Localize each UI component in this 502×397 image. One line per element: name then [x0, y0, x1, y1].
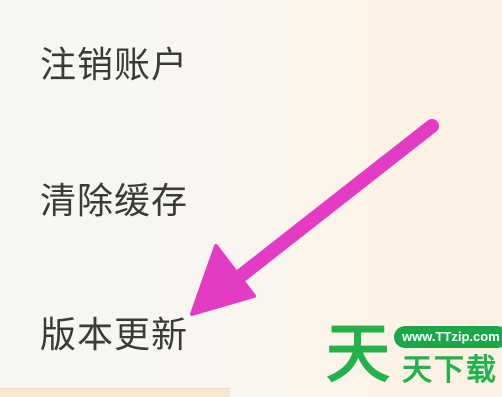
watermark-name: 天下载: [402, 353, 498, 388]
menu-item-clear-cache[interactable]: 清除缓存: [40, 180, 188, 224]
watermark-url: www.TTzip.com: [394, 326, 502, 348]
menu-item-deactivate-account[interactable]: 注销账户: [40, 44, 188, 88]
watermark-logo: 天: [326, 318, 390, 392]
menu-item-version-update[interactable]: 版本更新: [40, 314, 188, 358]
watermark: 天 www.TTzip.com 天下载: [322, 318, 502, 392]
